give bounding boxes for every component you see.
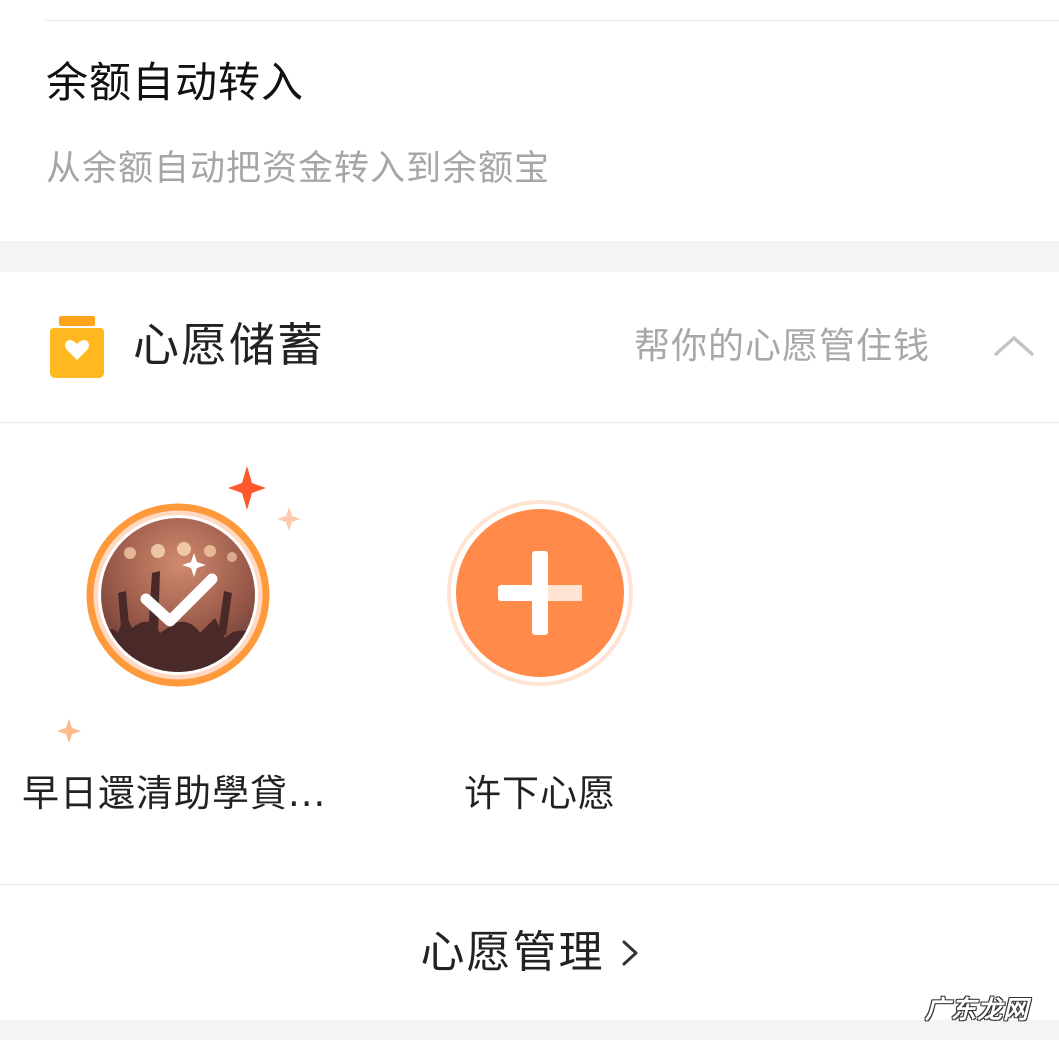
auto-transfer-subtitle: 从余额自动把资金转入到余额宝 xyxy=(46,149,551,189)
wish-savings-header[interactable]: 心愿储蓄 帮你的心愿管住钱 xyxy=(0,272,1059,423)
wish-item-label: 许下心愿 xyxy=(464,772,616,815)
wish-item-label: 早日還清助學貸... xyxy=(22,772,327,815)
wish-manage-label: 心愿管理 xyxy=(420,927,605,978)
sparkle-icon xyxy=(228,466,266,510)
auto-transfer-title: 余额自动转入 xyxy=(46,58,305,107)
wish-avatar xyxy=(57,466,301,743)
wish-manage-link[interactable]: 心愿管理 xyxy=(0,885,1059,1021)
page: 余额自动转入 从余额自动把资金转入到余额宝 心愿储蓄 帮你的心愿管住钱 早日還清… xyxy=(0,0,1059,1040)
wish-savings-footer: 心愿管理 xyxy=(0,884,1059,1021)
wish-list: 早日還清助學貸... 许下心愿 xyxy=(0,423,1059,883)
chevron-up-icon[interactable] xyxy=(990,330,1038,360)
chevron-right-icon xyxy=(622,940,637,966)
add-wish-circle xyxy=(447,500,633,686)
divider xyxy=(45,20,1059,21)
wish-savings-tagline: 帮你的心愿管住钱 xyxy=(634,326,931,367)
watermark: 广东龙网 xyxy=(925,995,1030,1024)
wish-savings-title: 心愿储蓄 xyxy=(133,318,325,372)
add-wish-button[interactable]: 许下心愿 xyxy=(360,423,720,843)
auto-transfer-card[interactable]: 余额自动转入 从余额自动把资金转入到余额宝 xyxy=(0,0,1059,241)
wish-item-completed[interactable]: 早日還清助學貸... xyxy=(0,423,360,843)
wish-savings-card: 心愿储蓄 帮你的心愿管住钱 早日還清助學貸... 许下心愿 心愿管理 xyxy=(0,272,1059,1020)
heart-jar-icon xyxy=(50,316,104,378)
